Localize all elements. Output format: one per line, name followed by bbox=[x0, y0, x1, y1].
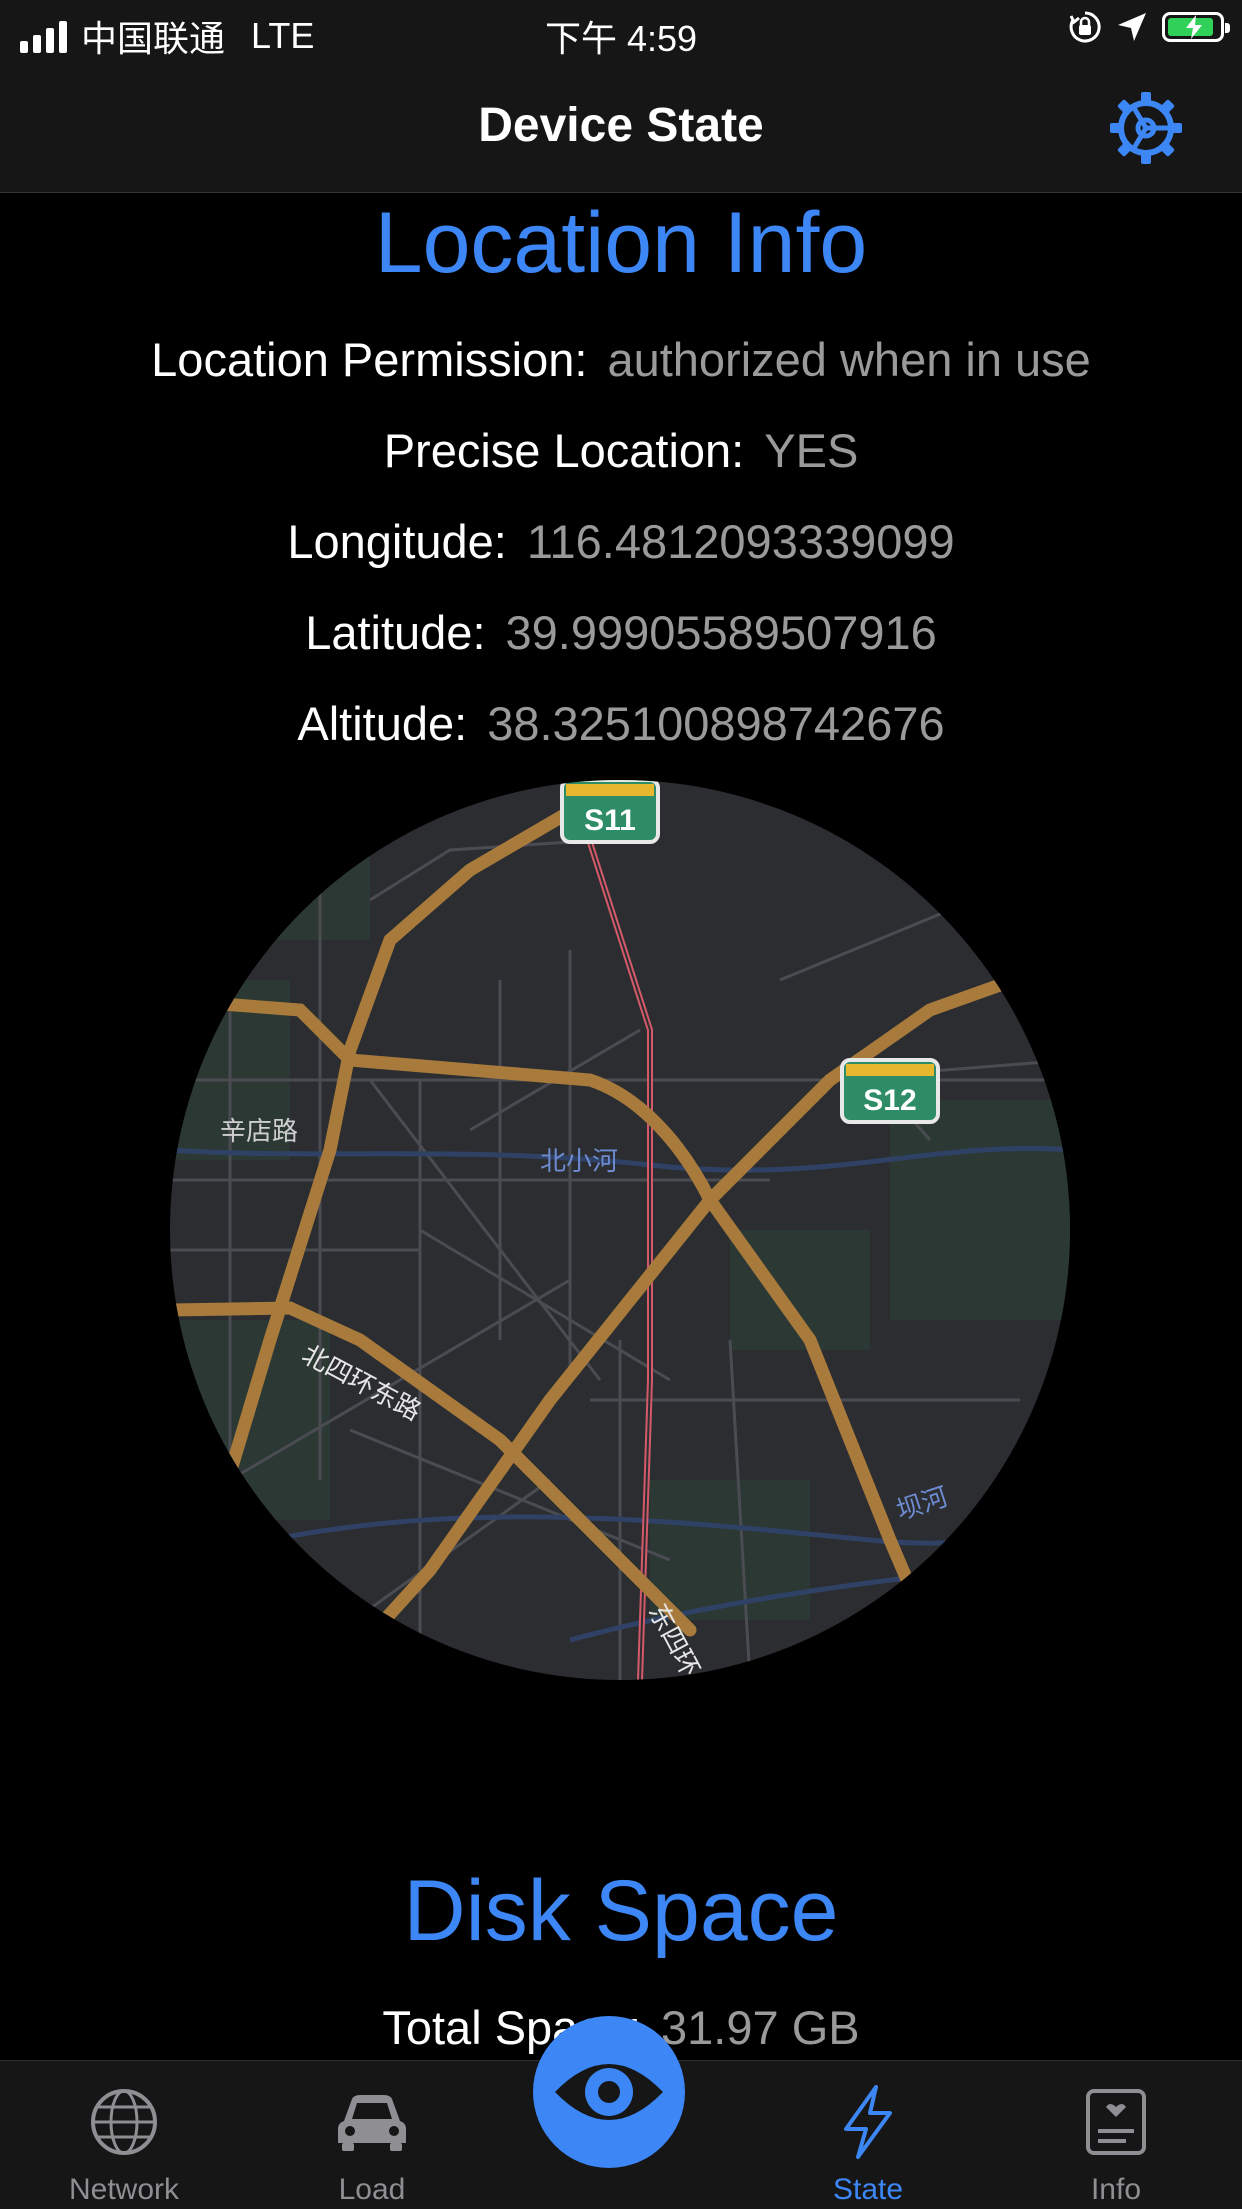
status-time: 下午 4:59 bbox=[544, 18, 698, 59]
longitude-value: 116.4812093339099 bbox=[526, 515, 955, 568]
bolt-icon bbox=[844, 2085, 892, 2159]
total-space-value: 31.97 GB bbox=[661, 2001, 860, 2054]
orientation-lock-icon bbox=[1069, 11, 1101, 43]
altitude-value: 38.325100898742676 bbox=[487, 697, 945, 750]
tab-network[interactable]: Network bbox=[0, 2061, 248, 2209]
eye-icon bbox=[555, 2064, 663, 2120]
s12-label: S12 bbox=[863, 1084, 916, 1117]
tab-load[interactable]: Load bbox=[248, 2061, 496, 2209]
longitude-row: Longitude: 116.4812093339099 bbox=[0, 514, 1242, 569]
tab-load-label: Load bbox=[338, 2173, 406, 2206]
longitude-label: Longitude: bbox=[287, 515, 507, 568]
highway-shield-s12: S12 bbox=[840, 1058, 940, 1124]
location-permission-row: Location Permission: authorized when in u… bbox=[0, 332, 1242, 387]
navigation-bar: Device State bbox=[0, 64, 1242, 193]
id-card-icon bbox=[1086, 2089, 1146, 2155]
s11-label: S11 bbox=[584, 804, 636, 837]
tab-info[interactable]: Info bbox=[992, 2061, 1240, 2209]
tab-state[interactable]: State bbox=[744, 2061, 992, 2209]
location-permission-value: authorized when in use bbox=[607, 333, 1091, 386]
location-info-title: Location Info bbox=[374, 195, 868, 291]
tab-network-label: Network bbox=[68, 2173, 180, 2206]
precise-location-value: YES bbox=[764, 424, 859, 477]
disk-space-title: Disk Space bbox=[403, 1863, 839, 1959]
center-eye-button[interactable] bbox=[533, 2016, 685, 2168]
latitude-value: 39.99905589507916 bbox=[505, 606, 937, 659]
map-label-xindian-road: 辛店路 bbox=[220, 1117, 298, 1147]
precise-location-row: Precise Location: YES bbox=[0, 423, 1242, 478]
precise-location-label: Precise Location: bbox=[383, 424, 745, 477]
tab-state-label: State bbox=[832, 2173, 904, 2206]
status-right bbox=[1068, 10, 1230, 44]
altitude-row: Altitude: 38.325100898742676 bbox=[0, 696, 1242, 751]
latitude-row: Latitude: 39.99905589507916 bbox=[0, 605, 1242, 660]
map-canvas: S11 S12 辛店路 北小河 北四环东路 坝河 东四环 bbox=[170, 780, 1070, 1680]
car-icon bbox=[338, 2095, 406, 2151]
highway-shield-s11: S11 bbox=[560, 780, 660, 844]
location-arrow-icon bbox=[1118, 13, 1146, 41]
tab-info-label: Info bbox=[1090, 2173, 1142, 2206]
page-title: Device State bbox=[478, 99, 764, 152]
battery-icon bbox=[1162, 12, 1230, 42]
map-label-beixiaohe: 北小河 bbox=[540, 1147, 618, 1177]
location-permission-label: Location Permission: bbox=[151, 333, 588, 386]
settings-button[interactable] bbox=[1106, 88, 1186, 168]
map-label-bahe: 坝河 bbox=[893, 1482, 952, 1527]
location-map[interactable]: S11 S12 辛店路 北小河 北四环东路 坝河 东四环 bbox=[170, 780, 1070, 1680]
gear-icon bbox=[1110, 92, 1182, 164]
altitude-label: Altitude: bbox=[297, 697, 468, 750]
globe-icon bbox=[91, 2089, 157, 2155]
status-bar: 中国联通 LTE 下午 4:59 bbox=[0, 0, 1242, 64]
latitude-label: Latitude: bbox=[305, 606, 486, 659]
